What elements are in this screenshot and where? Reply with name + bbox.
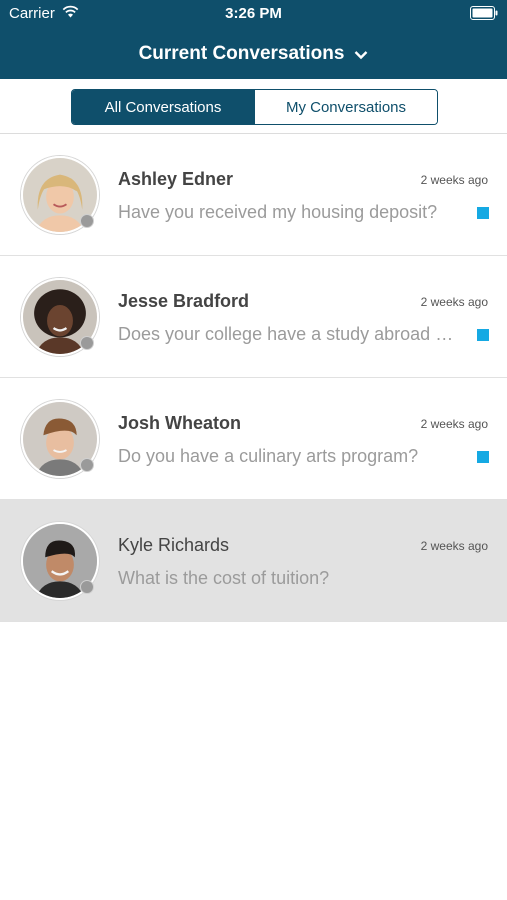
timestamp: 2 weeks ago (420, 173, 488, 187)
app-header: Carrier 3:26 PM Current Conversations (0, 0, 507, 79)
status-time: 3:26 PM (225, 5, 282, 22)
conversation-row[interactable]: Kyle Richards 2 weeks ago What is the co… (0, 500, 507, 622)
tab-my-conversations[interactable]: My Conversations (254, 90, 437, 124)
chevron-down-icon (355, 51, 368, 60)
conversation-list: Ashley Edner 2 weeks ago Have you receiv… (0, 134, 507, 622)
tab-all-conversations[interactable]: All Conversations (72, 90, 254, 124)
message-preview: What is the cost of tuition? (118, 568, 330, 588)
unread-indicator (477, 329, 489, 341)
presence-indicator (80, 336, 94, 350)
conversation-filter-dropdown[interactable]: Current Conversations (0, 39, 507, 69)
contact-name: Kyle Richards (118, 535, 230, 555)
unread-indicator (477, 451, 489, 463)
battery-icon (470, 6, 498, 20)
message-preview: Does your college have a study abroad pr… (118, 324, 462, 344)
conversation-row[interactable]: Ashley Edner 2 weeks ago Have you receiv… (0, 134, 507, 256)
presence-indicator (80, 580, 94, 594)
contact-name: Josh Wheaton (118, 413, 242, 433)
conversation-row[interactable]: Jesse Bradford 2 weeks ago Does your col… (0, 256, 507, 378)
page-title: Current Conversations (138, 43, 345, 64)
timestamp: 2 weeks ago (420, 417, 488, 431)
conversation-row[interactable]: Josh Wheaton 2 weeks ago Do you have a c… (0, 378, 507, 500)
contact-name: Ashley Edner (118, 169, 234, 189)
contact-name: Jesse Bradford (118, 291, 250, 311)
status-bar: Carrier 3:26 PM (0, 0, 507, 28)
message-preview: Do you have a culinary arts program? (118, 446, 419, 466)
presence-indicator (80, 458, 94, 472)
timestamp: 2 weeks ago (420, 539, 488, 553)
conversation-tabs: All Conversations My Conversations (71, 89, 438, 125)
timestamp: 2 weeks ago (420, 295, 488, 309)
message-preview: Have you received my housing deposit? (118, 202, 438, 222)
unread-indicator (477, 207, 489, 219)
presence-indicator (80, 214, 94, 228)
